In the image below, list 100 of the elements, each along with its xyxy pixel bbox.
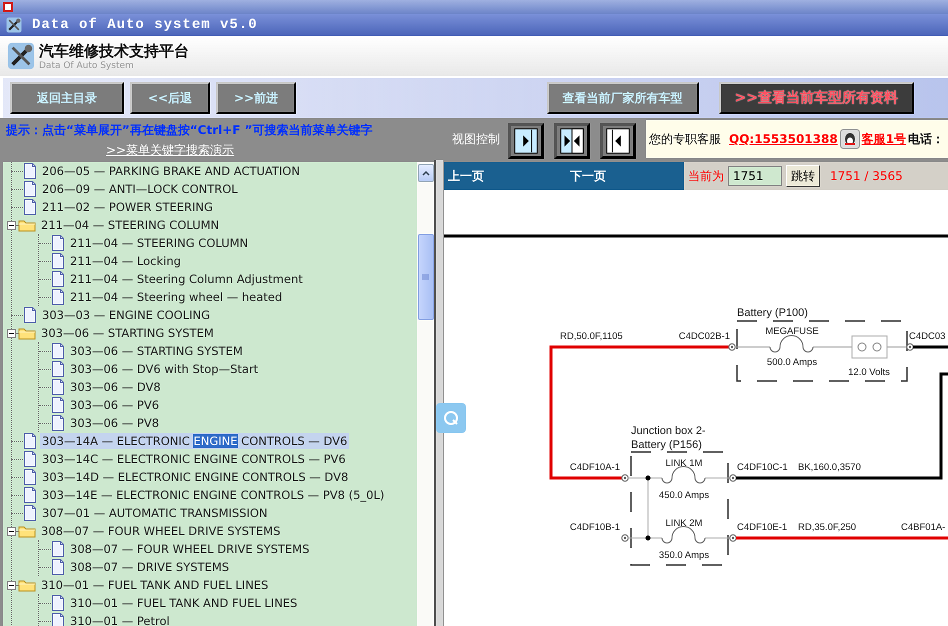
tools-icon: [7, 42, 35, 70]
prev-page-link[interactable]: 上一页: [448, 168, 484, 184]
tree-item[interactable]: 310—01 — FUEL TANK AND FUEL LINES: [68, 595, 300, 611]
tree-item[interactable]: 310—01 — FUEL TANK AND FUEL LINES: [39, 577, 270, 593]
tree-item[interactable]: 303—06 — PV6: [68, 397, 162, 413]
folder-icon: [18, 326, 36, 340]
tree-item[interactable]: 303—06 — STARTING SYSTEM: [39, 325, 216, 341]
collapse-icon[interactable]: [7, 526, 16, 536]
tree-item[interactable]: 308—07 — FOUR WHEEL DRIVE SYSTEMS: [68, 541, 312, 557]
folder-icon: [18, 578, 36, 592]
tree-item[interactable]: 303—06 — STARTING SYSTEM: [68, 343, 245, 359]
fuse-icon: [662, 526, 706, 544]
view-button[interactable]: [600, 123, 636, 159]
go-button[interactable]: 跳转: [786, 165, 820, 187]
tree-item[interactable]: 206—05 — PARKING BRAKE AND ACTUATION: [40, 163, 302, 179]
document-icon: [51, 289, 65, 305]
app-subtitle: Data Of Auto System: [39, 60, 135, 70]
window-title: Data of Auto system v5.0: [32, 17, 258, 33]
tree-item[interactable]: 211—04 — Steering Column Adjustment: [68, 271, 305, 287]
document-icon: [51, 397, 65, 413]
tools-icon: [6, 17, 22, 33]
document-icon: [51, 613, 65, 626]
connector-icon: [621, 534, 629, 542]
scroll-up-button[interactable]: [418, 164, 434, 182]
document-icon: [51, 343, 65, 359]
document-icon: [51, 253, 65, 269]
app-icon: [2, 1, 14, 13]
connector-icon: [621, 474, 629, 482]
tree-item[interactable]: 303—14C — ELECTRONIC ENGINE CONTROLS — PV6: [40, 451, 348, 467]
view-control-label: 视图控制: [452, 130, 500, 148]
qq-link[interactable]: QQ:1553501388: [729, 132, 838, 146]
phone-label: 电话：: [908, 130, 944, 148]
voltage-label: 12.0 Volts: [848, 367, 890, 378]
tree-item[interactable]: 303—14D — ELECTRONIC ENGINE CONTROLS — DV8: [40, 469, 350, 485]
view-button[interactable]: [554, 123, 590, 159]
tree-item[interactable]: 303—06 — PV8: [68, 415, 162, 431]
tree-item[interactable]: 211—02 — POWER STEERING: [40, 199, 215, 215]
component-title: Battery (P100): [737, 307, 808, 319]
document-icon: [23, 163, 37, 179]
document-icon: [23, 505, 37, 521]
support-label: 您的专职客服: [649, 130, 721, 148]
fuse-icon: [662, 466, 706, 484]
tree-item[interactable]: 308—07 — DRIVE SYSTEMS: [68, 559, 232, 575]
splice-dot: [646, 536, 650, 540]
splice-dot: [646, 476, 650, 480]
tree-item[interactable]: 303—06 — DV8: [68, 379, 163, 395]
tree-item[interactable]: 211—04 — Steering wheel — heated: [68, 289, 284, 305]
link-label: LINK 2M: [666, 518, 702, 529]
connector-icon: [728, 343, 736, 351]
collapse-icon[interactable]: [7, 220, 16, 230]
view-layout-icon: [605, 126, 631, 156]
next-page-link[interactable]: 下一页: [570, 168, 606, 184]
pin-label: C4DF10C-1: [737, 462, 788, 473]
rating-label: 500.0 Amps: [766, 357, 818, 368]
tree-item[interactable]: 211—04 — STEERING COLUMN: [39, 217, 222, 233]
folder-icon: [18, 218, 36, 232]
tree-item[interactable]: 307—01 — AUTOMATIC TRANSMISSION: [40, 505, 270, 521]
tree-item[interactable]: 303—03 — ENGINE COOLING: [40, 307, 212, 323]
rating-label: 350.0 Amps: [658, 550, 710, 561]
document-icon: [51, 415, 65, 431]
view-layout-icon: [559, 126, 585, 156]
tip-text: 提示：点击“菜单展开”再在键盘按“Ctrl+F ”可搜索当前菜单关键字: [6, 122, 374, 139]
tree-item[interactable]: 308—07 — FOUR WHEEL DRIVE SYSTEMS: [39, 523, 282, 539]
tree-item[interactable]: 303—14A — ELECTRONIC ENGINE CONTROLS — DV6: [40, 433, 350, 449]
pin-label: C4DF10E-1: [737, 522, 788, 533]
grip-icon: [422, 274, 429, 280]
document-icon: [51, 559, 65, 575]
document-icon: [23, 487, 37, 503]
connector-icon: [729, 534, 737, 542]
battery-icon: [852, 336, 888, 358]
tree-item[interactable]: 310—01 — Petrol: [68, 613, 172, 626]
pin-label: C4BF01A-: [901, 522, 946, 533]
wire-label: BK,160.0,3570: [798, 462, 861, 473]
wire-label: RD,50.0F,1105: [560, 331, 623, 342]
document-icon: [23, 469, 37, 485]
collapse-icon[interactable]: [7, 328, 16, 338]
document-icon: [51, 541, 65, 557]
document-icon: [23, 181, 37, 197]
agent-link[interactable]: 客服1号: [862, 130, 906, 148]
pin-label: C4DC02B-1: [678, 331, 730, 342]
tree-item[interactable]: 303—06 — DV6 with Stop—Start: [68, 361, 260, 377]
tree-item[interactable]: 211—04 — STEERING COLUMN: [68, 235, 250, 251]
scrollbar-thumb[interactable]: [418, 234, 434, 320]
document-icon: [51, 361, 65, 377]
document-icon: [51, 379, 65, 395]
collapse-icon[interactable]: [7, 580, 16, 590]
document-icon: [51, 271, 65, 287]
wire-label: RD,35.0F,250: [798, 522, 856, 533]
fuse-label: MEGAFUSE: [765, 326, 819, 337]
component-title: Junction box 2-: [631, 425, 706, 437]
pin-label: C4DC03: [909, 331, 946, 342]
wire: [913, 346, 948, 348]
tree-item[interactable]: 206—09 — ANTI—LOCK CONTROL: [40, 181, 240, 197]
view-button[interactable]: [508, 123, 544, 159]
folder-icon: [18, 524, 36, 538]
component-title: Battery (P156): [631, 439, 702, 451]
tree-item[interactable]: 211—04 — Locking: [68, 253, 183, 269]
page-field[interactable]: 1751: [728, 166, 782, 186]
tree-item[interactable]: 303—14E — ELECTRONIC ENGINE CONTROLS — PV8 (5_0L): [40, 487, 386, 503]
view-layout-icon: [513, 126, 539, 156]
